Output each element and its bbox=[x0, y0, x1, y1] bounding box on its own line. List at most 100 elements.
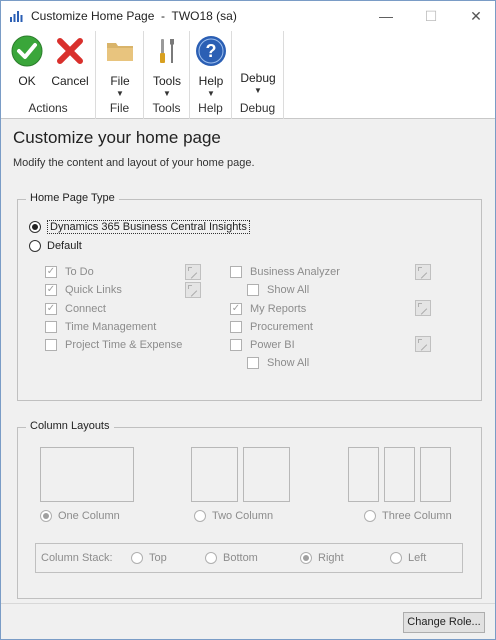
ribbon-group-tools: Tools ▼ Tools bbox=[144, 31, 190, 119]
chk-ba-show-all[interactable]: Show All bbox=[247, 284, 309, 296]
radio-two-column-circle[interactable] bbox=[194, 510, 206, 522]
radio-stack-top-circle[interactable] bbox=[131, 552, 143, 564]
file-label: File bbox=[110, 74, 130, 88]
three-column-preview-middle bbox=[384, 447, 415, 502]
chk-connect[interactable]: ✓ Connect bbox=[45, 303, 106, 315]
change-role-button[interactable]: Change Role... bbox=[403, 612, 485, 633]
actions-group-label: Actions bbox=[28, 101, 68, 115]
help-menu-button[interactable]: ? Help ▼ bbox=[193, 35, 229, 98]
title-bar[interactable]: Customize Home Page - TWO18 (sa) — ☐ ✕ bbox=[1, 1, 495, 31]
folder-icon bbox=[107, 43, 133, 61]
customize-home-page-window: Customize Home Page - TWO18 (sa) — ☐ ✕ O… bbox=[0, 0, 496, 640]
tools-caret-icon: ▼ bbox=[163, 89, 171, 98]
radio-default-circle[interactable] bbox=[29, 240, 41, 252]
close-button[interactable]: ✕ bbox=[461, 5, 491, 27]
file-menu-button[interactable]: File ▼ bbox=[102, 35, 138, 98]
chk-power-bi-box[interactable] bbox=[230, 339, 242, 351]
radio-three-column-circle[interactable] bbox=[364, 510, 376, 522]
column-layouts-group: Column Layouts One Column Two Column Thr… bbox=[17, 420, 482, 599]
cancel-button[interactable]: Cancel bbox=[49, 35, 91, 88]
chk-business-analyzer-box[interactable] bbox=[230, 266, 242, 278]
chk-ba-show-all-box[interactable] bbox=[247, 284, 259, 296]
chk-pbi-show-all-label: Show All bbox=[267, 357, 310, 369]
radio-stack-top-label: Top bbox=[149, 552, 167, 564]
two-column-preview-left bbox=[191, 447, 238, 502]
chk-project-time-expense-label: Project Time & Expense bbox=[65, 339, 183, 351]
quick-links-settings-button[interactable] bbox=[185, 282, 201, 298]
ribbon-group-file: File ▼ File bbox=[96, 31, 144, 119]
chk-project-time-expense[interactable]: Project Time & Expense bbox=[45, 339, 182, 351]
chk-to-do-label: To Do bbox=[65, 266, 94, 278]
power-bi-settings-button[interactable] bbox=[415, 336, 431, 352]
chk-my-reports[interactable]: ✓ My Reports bbox=[230, 303, 306, 315]
radio-stack-bottom[interactable]: Bottom bbox=[205, 552, 258, 564]
chk-quick-links-box[interactable]: ✓ bbox=[45, 284, 57, 296]
chk-time-management-box[interactable] bbox=[45, 321, 57, 333]
chk-pbi-show-all[interactable]: Show All bbox=[247, 357, 309, 369]
chk-to-do-box[interactable]: ✓ bbox=[45, 266, 57, 278]
debug-label: Debug bbox=[240, 71, 276, 85]
chk-my-reports-box[interactable]: ✓ bbox=[230, 303, 242, 315]
tools-icon bbox=[160, 39, 174, 63]
radio-three-column[interactable]: Three Column bbox=[364, 510, 452, 522]
help-icon: ? bbox=[196, 36, 226, 66]
chk-procurement-box[interactable] bbox=[230, 321, 242, 333]
two-column-preview-right bbox=[243, 447, 290, 502]
minimize-button[interactable]: — bbox=[371, 5, 401, 27]
radio-stack-top[interactable]: Top bbox=[131, 552, 167, 564]
column-stack-label-row: Column Stack: bbox=[41, 552, 113, 564]
tools-menu-button[interactable]: Tools ▼ bbox=[149, 35, 185, 98]
chk-quick-links[interactable]: ✓ Quick Links bbox=[45, 284, 122, 296]
chk-time-management[interactable]: Time Management bbox=[45, 321, 156, 333]
chk-quick-links-label: Quick Links bbox=[65, 284, 122, 296]
help-label: Help bbox=[198, 74, 224, 88]
chk-business-analyzer-label: Business Analyzer bbox=[250, 266, 340, 278]
chk-to-do[interactable]: ✓ To Do bbox=[45, 266, 94, 278]
help-caret-icon: ▼ bbox=[207, 89, 215, 98]
radio-two-column-label: Two Column bbox=[212, 510, 274, 522]
chk-business-analyzer[interactable]: Business Analyzer bbox=[230, 266, 340, 278]
chk-procurement[interactable]: Procurement bbox=[230, 321, 313, 333]
radio-bc-insights-label: Dynamics 365 Business Central Insights bbox=[47, 220, 250, 234]
radio-stack-right-circle[interactable] bbox=[300, 552, 312, 564]
debug-group-label: Debug bbox=[239, 101, 276, 115]
ribbon-group-help: ? Help ▼ Help bbox=[190, 31, 232, 119]
radio-stack-right-label: Right bbox=[318, 552, 344, 564]
business-analyzer-settings-button[interactable] bbox=[415, 264, 431, 280]
radio-bc-insights-circle[interactable] bbox=[29, 221, 41, 233]
radio-one-column[interactable]: One Column bbox=[40, 510, 120, 522]
chk-power-bi-label: Power BI bbox=[250, 339, 295, 351]
home-page-type-legend: Home Page Type bbox=[26, 192, 119, 204]
ribbon-group-debug: Debug ▼ Debug bbox=[232, 31, 284, 119]
radio-stack-right[interactable]: Right bbox=[300, 552, 344, 564]
column-stack-label: Column Stack: bbox=[41, 552, 113, 564]
three-column-preview-left bbox=[348, 447, 379, 502]
one-column-preview bbox=[40, 447, 134, 502]
radio-stack-bottom-label: Bottom bbox=[223, 552, 258, 564]
ok-label: OK bbox=[18, 74, 36, 88]
debug-menu-button[interactable]: Debug ▼ bbox=[236, 71, 280, 95]
radio-bc-insights[interactable]: Dynamics 365 Business Central Insights bbox=[29, 220, 250, 234]
cancel-x-icon bbox=[57, 38, 83, 64]
radio-one-column-circle[interactable] bbox=[40, 510, 52, 522]
chk-connect-box[interactable]: ✓ bbox=[45, 303, 57, 315]
ok-button[interactable]: OK bbox=[9, 35, 45, 88]
debug-caret-icon: ▼ bbox=[254, 86, 262, 95]
page-heading: Customize your home page bbox=[13, 128, 221, 147]
radio-stack-left-circle[interactable] bbox=[390, 552, 402, 564]
maximize-button[interactable]: ☐ bbox=[416, 5, 446, 27]
tools-label: Tools bbox=[152, 74, 181, 88]
my-reports-settings-button[interactable] bbox=[415, 300, 431, 316]
chk-project-time-expense-box[interactable] bbox=[45, 339, 57, 351]
file-caret-icon: ▼ bbox=[116, 89, 124, 98]
chk-power-bi[interactable]: Power BI bbox=[230, 339, 295, 351]
radio-stack-left[interactable]: Left bbox=[390, 552, 426, 564]
radio-stack-bottom-circle[interactable] bbox=[205, 552, 217, 564]
to-do-settings-button[interactable] bbox=[185, 264, 201, 280]
radio-two-column[interactable]: Two Column bbox=[194, 510, 273, 522]
chk-pbi-show-all-box[interactable] bbox=[247, 357, 259, 369]
file-group-label: File bbox=[109, 101, 130, 115]
ribbon: OK Cancel Actions File ▼ File Tools ▼ To… bbox=[1, 31, 495, 119]
page-subtext: Modify the content and layout of your ho… bbox=[13, 157, 255, 169]
radio-default[interactable]: Default bbox=[29, 240, 82, 252]
